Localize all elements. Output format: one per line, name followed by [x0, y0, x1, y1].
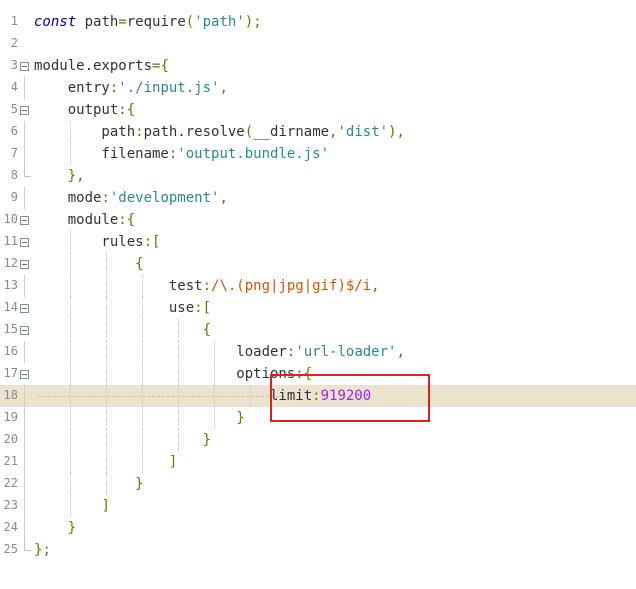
code-line-4[interactable]: 4 entry:'./input.js',	[0, 77, 636, 99]
code-line-16[interactable]: 16 loader:'url-loader',	[0, 341, 636, 363]
fold-toggle-icon[interactable]	[20, 326, 29, 335]
code-text: loader:'url-loader',	[34, 344, 405, 360]
line-number: 11	[3, 234, 18, 248]
code-text: }	[67, 520, 77, 536]
fold-range-line	[24, 451, 25, 473]
fold-range-line	[24, 77, 25, 99]
code-line-2[interactable]: 2	[0, 33, 636, 55]
line-number: 17	[3, 366, 18, 380]
code-line-7[interactable]: 7 filename:'output.bundle.js'	[0, 143, 636, 165]
line-number: 5	[10, 102, 18, 116]
code-text: test:/\.(png|jpg|gif)$/i,	[34, 278, 380, 294]
code-line-25[interactable]: 25};	[0, 539, 636, 561]
code-text: const path=require('path');	[34, 14, 262, 30]
line-number: 7	[10, 146, 18, 160]
line-number: 8	[10, 168, 18, 182]
line-number: 22	[3, 476, 18, 490]
line-number: 10	[3, 212, 18, 226]
code-line-15[interactable]: 15 {	[0, 319, 636, 341]
line-number: 18	[3, 388, 18, 402]
fold-range-line	[24, 143, 25, 165]
code-text: use:[	[34, 300, 212, 316]
line-number: 14	[3, 300, 18, 314]
code-text: }	[236, 410, 245, 426]
code-line-5[interactable]: 5 output:{	[0, 99, 636, 121]
code-line-6[interactable]: 6 path:path.resolve(__dirname,'dist'),	[0, 121, 636, 143]
code-line-23[interactable]: 23 ]	[0, 495, 636, 517]
code-text: {	[202, 322, 212, 338]
line-number: 13	[3, 278, 18, 292]
line-number: 19	[3, 410, 18, 424]
fold-range-line	[24, 121, 25, 143]
annotation-highlight-box	[270, 374, 430, 422]
line-number: 16	[3, 344, 18, 358]
code-line-1[interactable]: 1 const path=require('path');	[0, 11, 636, 33]
line-number: 12	[3, 256, 18, 270]
fold-range-line	[24, 495, 25, 517]
fold-toggle-icon[interactable]	[20, 62, 29, 71]
fold-toggle-icon[interactable]	[20, 304, 29, 313]
line-number: 24	[3, 520, 18, 534]
fold-end-marker	[24, 165, 31, 177]
code-text: path:path.resolve(__dirname,'dist'),	[34, 124, 405, 140]
line-number: 20	[3, 432, 18, 446]
code-text: output:{	[34, 102, 136, 118]
fold-range-line	[24, 517, 25, 539]
code-line-21[interactable]: 21 ]	[0, 451, 636, 473]
line-number: 6	[10, 124, 18, 138]
code-text: },	[67, 168, 85, 184]
fold-toggle-icon[interactable]	[20, 238, 29, 247]
code-text: {	[135, 256, 144, 272]
code-line-12[interactable]: 12 {	[0, 253, 636, 275]
code-text: entry:'./input.js',	[34, 80, 228, 96]
fold-range-line	[24, 385, 25, 407]
line-number: 2	[10, 36, 18, 50]
line-number: 1	[10, 14, 18, 28]
code-text: ]	[168, 454, 178, 470]
fold-range-line	[24, 407, 25, 429]
code-text: }	[135, 476, 144, 492]
line-number: 21	[3, 454, 18, 468]
fold-range-line	[24, 429, 25, 451]
code-editor[interactable]: 1 const path=require('path'); 2 3 module.exp…	[0, 0, 636, 589]
line-number: 9	[10, 190, 18, 204]
code-line-3[interactable]: 3 module.exports={	[0, 55, 636, 77]
code-text: ]	[101, 498, 110, 514]
code-text: module.exports={	[34, 58, 169, 74]
line-number: 3	[10, 58, 18, 72]
fold-toggle-icon[interactable]	[20, 260, 29, 269]
code-line-20[interactable]: 20 }	[0, 429, 636, 451]
code-line-24[interactable]: 24 }	[0, 517, 636, 539]
line-number: 15	[3, 322, 18, 336]
fold-toggle-icon[interactable]	[20, 370, 29, 379]
code-line-9[interactable]: 9 mode:'development',	[0, 187, 636, 209]
code-text: mode:'development',	[34, 190, 228, 206]
code-text: module:{	[34, 212, 136, 228]
code-text: filename:'output.bundle.js'	[34, 146, 330, 162]
code-line-14[interactable]: 14 use:[	[0, 297, 636, 319]
code-text: rules:[	[34, 234, 161, 250]
code-text: };	[34, 542, 51, 558]
fold-end-marker	[24, 539, 31, 551]
line-number: 4	[10, 80, 18, 94]
line-number: 23	[3, 498, 18, 512]
fold-range-line	[24, 473, 25, 495]
code-line-8[interactable]: 8 },	[0, 165, 636, 187]
code-line-10[interactable]: 10 module:{	[0, 209, 636, 231]
code-line-13[interactable]: 13 test:/\.(png|jpg|gif)$/i,	[0, 275, 636, 297]
fold-toggle-icon[interactable]	[20, 216, 29, 225]
fold-range-line	[24, 275, 25, 297]
code-line-22[interactable]: 22 }	[0, 473, 636, 495]
line-number: 25	[3, 542, 18, 556]
fold-range-line	[24, 187, 25, 209]
fold-toggle-icon[interactable]	[20, 106, 29, 115]
code-text: }	[202, 432, 212, 448]
code-line-11[interactable]: 11 rules:[	[0, 231, 636, 253]
fold-range-line	[24, 341, 25, 363]
